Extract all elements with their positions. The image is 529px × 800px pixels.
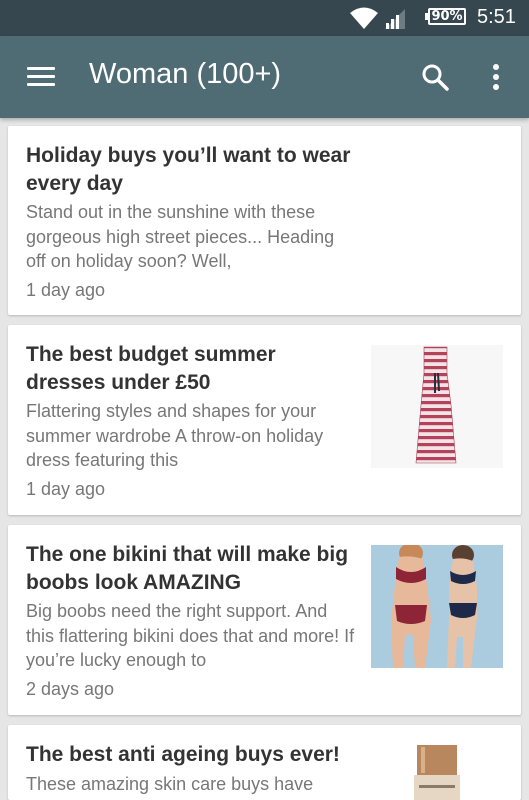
- status-bar: 90% 5:51: [0, 0, 529, 36]
- more-vert-icon[interactable]: [486, 62, 506, 92]
- article-title[interactable]: The best budget summer dresses under £50: [26, 341, 351, 397]
- article-card[interactable]: The best anti ageing buys ever! These am…: [8, 725, 521, 800]
- article-summary: These amazing skin care buys have: [26, 774, 314, 794]
- article-card[interactable]: The one bikini that will make big boobs …: [8, 525, 521, 715]
- article-title[interactable]: The one bikini that will make big boobs …: [26, 541, 351, 597]
- article-summary: Stand out in the sunshine with these gor…: [26, 202, 335, 271]
- wifi-icon: [350, 7, 378, 29]
- article-thumbnail-dress[interactable]: [371, 345, 503, 468]
- search-icon[interactable]: [420, 62, 450, 92]
- hamburger-menu-icon[interactable]: [27, 67, 55, 87]
- article-title[interactable]: The best anti ageing buys ever!: [26, 741, 371, 769]
- article-card[interactable]: Holiday buys you’ll want to wear every d…: [8, 126, 521, 315]
- article-title[interactable]: Holiday buys you’ll want to wear every d…: [26, 142, 351, 198]
- article-card[interactable]: The best budget summer dresses under £50…: [8, 325, 521, 515]
- battery-icon: 90%: [425, 8, 466, 25]
- article-thumbnail-skincare[interactable]: [371, 745, 503, 800]
- article-summary: Flattering styles and shapes for your su…: [26, 401, 324, 470]
- page-title: Woman (100+): [89, 58, 282, 90]
- article-time: 1 day ago: [26, 479, 106, 499]
- article-thumbnail-bikini[interactable]: [371, 545, 503, 668]
- article-time: 1 day ago: [26, 280, 106, 300]
- article-time: 2 days ago: [26, 679, 115, 699]
- article-summary: Big boobs need the right support. And th…: [26, 601, 355, 670]
- signal-icon: [385, 9, 405, 29]
- app-bar: Woman (100+): [0, 36, 529, 118]
- battery-level: 90%: [431, 9, 463, 24]
- clock: 5:51: [477, 6, 516, 28]
